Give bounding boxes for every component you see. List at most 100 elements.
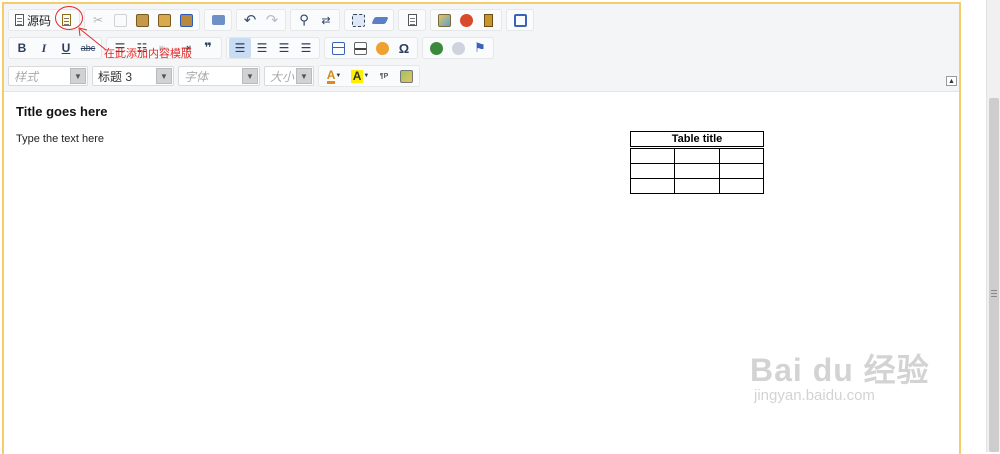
table-cell[interactable] <box>674 178 720 194</box>
italic-label: I <box>41 40 47 55</box>
table-row <box>629 163 765 179</box>
chevron-down-icon: ▼ <box>296 68 312 84</box>
insert-group <box>430 9 503 31</box>
styles-combo[interactable]: 样式 ▼ <box>8 66 88 86</box>
format-combo[interactable]: 标题 3 ▼ <box>92 66 174 86</box>
table-cell[interactable] <box>674 148 720 164</box>
table-body <box>629 148 765 194</box>
document-icon <box>483 13 493 27</box>
flash-button[interactable] <box>455 10 477 30</box>
align-center-button[interactable]: ☰ <box>251 38 273 58</box>
preview-button[interactable] <box>401 10 423 30</box>
horizontal-rule-button[interactable] <box>349 38 371 58</box>
select-group <box>344 9 395 31</box>
undo-button[interactable]: ↶ <box>239 10 261 30</box>
special-char-button[interactable]: Ω <box>393 38 415 58</box>
table-cell[interactable] <box>629 163 676 179</box>
about-button[interactable] <box>395 66 417 86</box>
table-row <box>629 178 765 194</box>
text-color-button[interactable]: A ▼ <box>321 66 347 86</box>
text-color-icon: A <box>326 67 336 84</box>
bg-color-icon: A <box>350 68 364 83</box>
align-left-icon: ☰ <box>234 41 246 55</box>
toolbar-row-3: 样式 ▼ 标题 3 ▼ 字体 ▼ 大小 ▼ A ▼ A ▼ ¶P <box>8 64 424 88</box>
size-combo-value: 大小 <box>270 69 295 84</box>
source-button[interactable]: 源码 <box>11 10 55 30</box>
watermark: Bai du 经验 jingyan.baidu.com <box>750 345 930 404</box>
source-label: 源码 <box>27 13 52 28</box>
find-button[interactable]: ⚲ <box>293 10 315 30</box>
show-blocks-button[interactable]: ¶P <box>373 66 395 86</box>
paste-text-icon <box>157 13 171 27</box>
table-icon <box>331 41 345 55</box>
replace-button[interactable]: ⇄ <box>315 10 337 30</box>
bold-label: B <box>17 41 27 55</box>
align-left-button[interactable]: ☰ <box>229 38 251 58</box>
table-cell[interactable] <box>674 163 720 179</box>
document-title: Title goes here <box>16 104 108 119</box>
link-icon <box>429 41 443 55</box>
print-icon <box>211 15 225 25</box>
italic-button[interactable]: I <box>33 38 55 58</box>
preview-icon <box>407 14 417 26</box>
redo-button[interactable]: ↷ <box>261 10 283 30</box>
find-icon: ⚲ <box>299 12 309 27</box>
font-combo-value: 字体 <box>184 69 209 84</box>
justify-button[interactable]: ☰ <box>295 38 317 58</box>
underline-label: U <box>61 41 71 55</box>
print-button[interactable] <box>207 10 229 30</box>
image-icon <box>437 13 451 27</box>
paste-word-button[interactable] <box>175 10 197 30</box>
paste-text-button[interactable] <box>153 10 175 30</box>
document-button[interactable] <box>477 10 499 30</box>
preview-group <box>398 9 427 31</box>
size-combo[interactable]: 大小 ▼ <box>264 66 314 86</box>
anchor-button[interactable]: ⚑ <box>469 38 491 58</box>
select-all-icon <box>351 13 365 27</box>
remove-format-button[interactable] <box>369 10 391 30</box>
chevron-down-icon: ▼ <box>363 73 370 79</box>
table-caption: Table title <box>630 131 764 147</box>
smiley-button[interactable] <box>371 38 393 58</box>
paste-button[interactable] <box>131 10 153 30</box>
table-cell[interactable] <box>718 163 765 179</box>
show-blocks-icon: ¶P <box>379 72 389 80</box>
chevron-down-icon: ▼ <box>335 73 342 79</box>
table-cell[interactable] <box>718 148 765 164</box>
anchor-icon: ⚑ <box>474 40 486 55</box>
smiley-icon <box>375 41 389 55</box>
annotation-note: 在此添加内容模版 <box>104 48 192 60</box>
align-right-button[interactable]: ☰ <box>273 38 295 58</box>
maximize-button[interactable] <box>509 10 531 30</box>
table-button[interactable] <box>327 38 349 58</box>
toolbar-collapse-button[interactable]: ▲ <box>946 76 957 86</box>
unlink-button[interactable] <box>447 38 469 58</box>
special-char-icon: Ω <box>398 40 410 56</box>
underline-button[interactable]: U <box>55 38 77 58</box>
about-icon <box>399 69 413 83</box>
align-group: ☰ ☰ ☰ ☰ <box>226 37 320 59</box>
print-group <box>204 9 233 31</box>
history-group: ↶ ↷ <box>236 9 287 31</box>
link-group: ⚑ <box>422 37 494 59</box>
select-all-button[interactable] <box>347 10 369 30</box>
bold-button[interactable]: B <box>11 38 33 58</box>
link-button[interactable] <box>425 38 447 58</box>
undo-icon: ↶ <box>243 12 257 29</box>
bg-color-button[interactable]: A ▼ <box>347 66 373 86</box>
cut-icon: ✂ <box>92 13 104 27</box>
table-cell[interactable] <box>629 148 676 164</box>
table-cell[interactable] <box>718 178 765 194</box>
editor-content[interactable]: Title goes here Type the text here <box>16 104 959 145</box>
table-group: Ω <box>324 37 418 59</box>
chevron-down-icon: ▼ <box>156 68 172 84</box>
blockquote-button[interactable]: ❞ <box>197 38 219 58</box>
image-button[interactable] <box>433 10 455 30</box>
paste-icon <box>135 13 149 27</box>
document-body: Type the text here <box>16 133 105 145</box>
table-cell[interactable] <box>629 178 676 194</box>
replace-icon: ⇄ <box>321 14 331 27</box>
font-combo[interactable]: 字体 ▼ <box>178 66 260 86</box>
page-scrollbar[interactable] <box>986 0 1000 452</box>
scrollbar-thumb[interactable] <box>989 98 999 452</box>
